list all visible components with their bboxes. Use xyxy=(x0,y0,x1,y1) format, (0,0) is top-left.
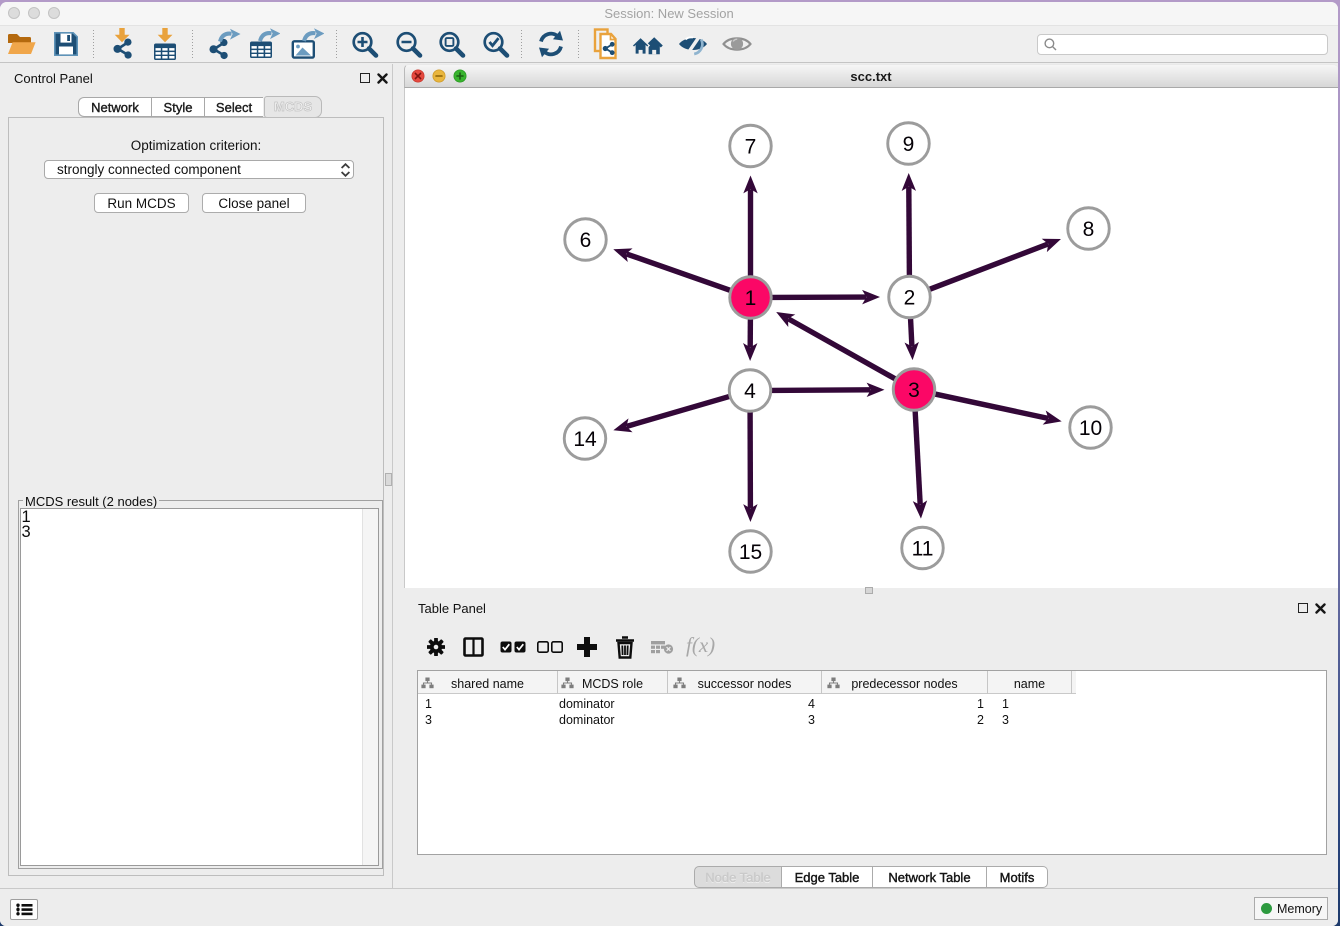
svg-text:10: 10 xyxy=(1079,417,1102,440)
svg-text:1: 1 xyxy=(745,287,757,310)
svg-text:9: 9 xyxy=(903,133,915,156)
svg-text:8: 8 xyxy=(1083,218,1095,241)
svg-text:7: 7 xyxy=(745,136,757,159)
svg-text:3: 3 xyxy=(908,379,920,402)
svg-text:6: 6 xyxy=(580,229,592,252)
svg-text:2: 2 xyxy=(904,287,916,310)
svg-text:4: 4 xyxy=(744,380,756,403)
svg-text:15: 15 xyxy=(739,541,762,564)
svg-text:14: 14 xyxy=(573,428,597,451)
svg-text:11: 11 xyxy=(912,538,934,561)
